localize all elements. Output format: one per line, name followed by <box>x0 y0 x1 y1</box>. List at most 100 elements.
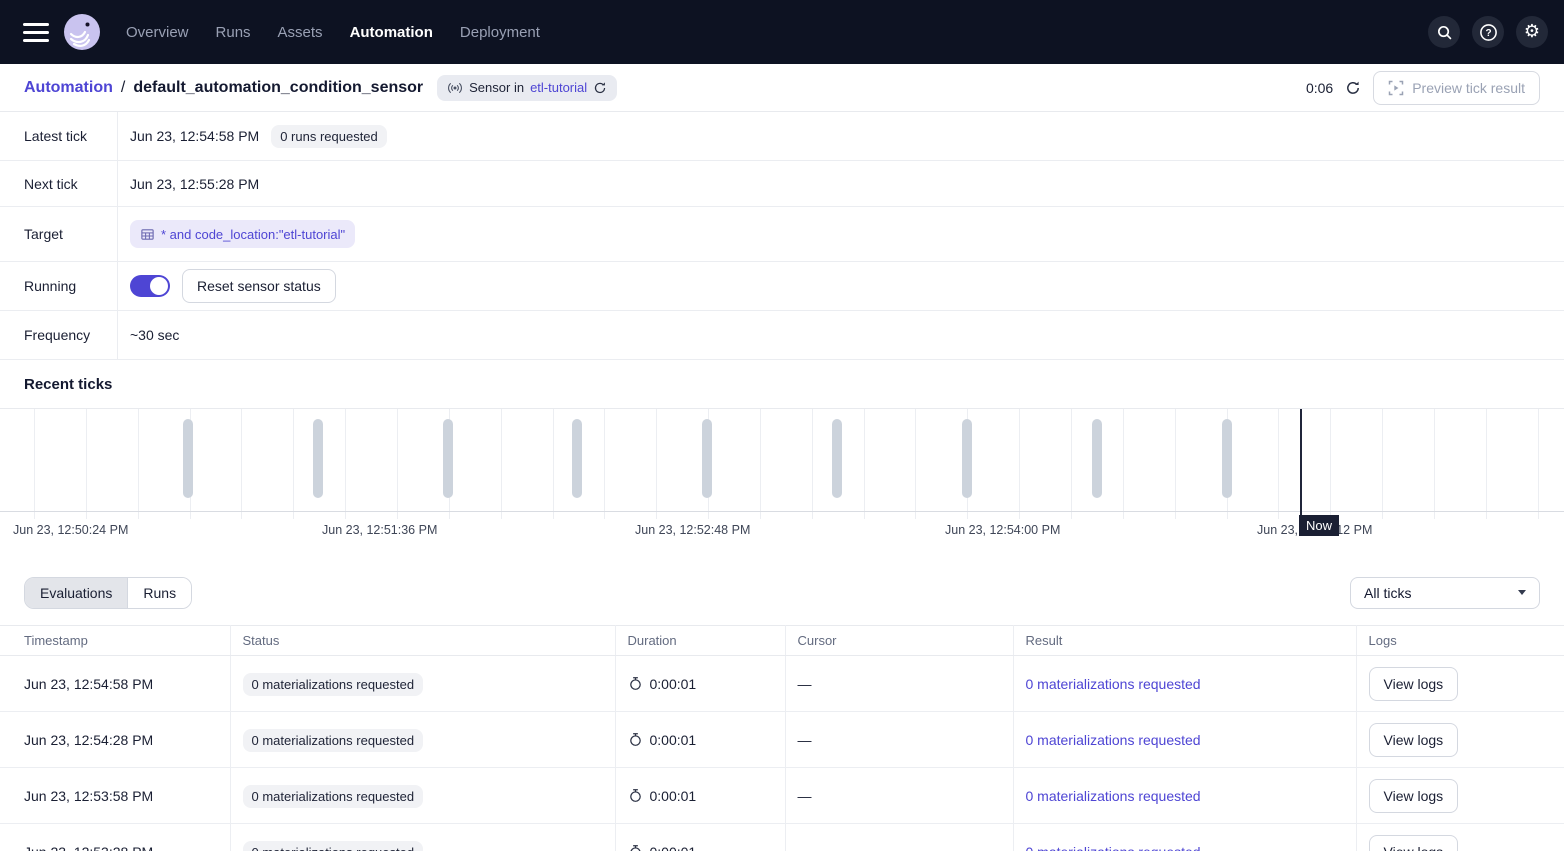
evaluation-status-cell: 0 materializations requested <box>230 824 615 851</box>
stopwatch-icon <box>628 788 643 803</box>
duration-value: 0:00:01 <box>650 788 697 804</box>
tick-bar[interactable] <box>572 419 582 498</box>
timeline-gridline <box>501 409 502 519</box>
detail-row-latest-tick: Latest tick Jun 23, 12:54:58 PM 0 runs r… <box>0 112 1564 161</box>
dagster-logo[interactable] <box>64 14 100 50</box>
timeline-axis-label: Jun 23, 12:54:00 PM <box>945 521 1061 539</box>
refresh-icon[interactable] <box>593 81 607 95</box>
timeline-gridline <box>293 409 294 519</box>
tick-bar[interactable] <box>1222 419 1232 498</box>
nav-item-runs[interactable]: Runs <box>216 24 251 41</box>
breadcrumb-separator: / <box>121 79 125 97</box>
asset-table-icon <box>140 227 155 242</box>
timeline-gridline <box>1278 409 1279 519</box>
timeline-gridline <box>812 409 813 519</box>
result-link[interactable]: 0 materializations requested <box>1026 732 1201 748</box>
timeline-gridline <box>138 409 139 519</box>
hamburger-icon[interactable] <box>16 12 56 52</box>
preview-tick-result-button[interactable]: Preview tick result <box>1373 71 1540 105</box>
evaluation-result-cell: 0 materializations requested <box>1013 768 1356 824</box>
latest-tick-timestamp: Jun 23, 12:54:58 PM <box>130 128 259 144</box>
evaluation-timestamp: Jun 23, 12:53:28 PM <box>0 824 230 851</box>
timeline-gridline <box>553 409 554 519</box>
preview-button-label: Preview tick result <box>1412 80 1525 96</box>
evaluation-status-cell: 0 materializations requested <box>230 656 615 712</box>
search-icon[interactable] <box>1428 16 1460 48</box>
timeline-gridline <box>397 409 398 519</box>
detail-row-next-tick: Next tick Jun 23, 12:55:28 PM <box>0 161 1564 207</box>
timeline-gridline <box>656 409 657 519</box>
tick-bar[interactable] <box>1092 419 1102 498</box>
timeline-gridline <box>864 409 865 519</box>
tick-bar[interactable] <box>313 419 323 498</box>
timeline-gridline <box>1538 409 1539 519</box>
help-icon[interactable]: ? <box>1472 16 1504 48</box>
tick-bar[interactable] <box>183 419 193 498</box>
timeline-gridline <box>1434 409 1435 519</box>
runs-requested-badge: 0 runs requested <box>271 125 387 148</box>
tick-bar[interactable] <box>702 419 712 498</box>
timeline-gridline <box>241 409 242 519</box>
chevron-down-icon <box>1518 590 1526 595</box>
nav-item-overview[interactable]: Overview <box>126 24 189 41</box>
tick-bar[interactable] <box>962 419 972 498</box>
evaluation-result-cell: 0 materializations requested <box>1013 656 1356 712</box>
detail-label: Target <box>0 207 118 261</box>
timeline-gridline <box>1486 409 1487 519</box>
refresh-icon[interactable] <box>1345 80 1361 96</box>
nav-item-assets[interactable]: Assets <box>278 24 323 41</box>
duration-value: 0:00:01 <box>650 732 697 748</box>
view-logs-button[interactable]: View logs <box>1369 779 1459 813</box>
evaluation-logs-cell: View logs <box>1356 768 1564 824</box>
timeline-gridline <box>345 409 346 519</box>
now-marker-line <box>1300 409 1302 516</box>
timeline-gridline <box>1382 409 1383 519</box>
table-header-row: Timestamp Status Duration Cursor Result … <box>0 626 1564 656</box>
result-link[interactable]: 0 materializations requested <box>1026 844 1201 851</box>
tab-evaluations[interactable]: Evaluations <box>25 578 127 608</box>
duration-value: 0:00:01 <box>650 844 697 851</box>
timeline-gridline <box>1071 409 1072 519</box>
sensor-details: Latest tick Jun 23, 12:54:58 PM 0 runs r… <box>0 112 1564 360</box>
recent-ticks-timeline: Jun 23, 12:50:24 PMJun 23, 12:51:36 PMJu… <box>0 408 1564 560</box>
result-link[interactable]: 0 materializations requested <box>1026 676 1201 692</box>
timeline-gridline <box>604 409 605 519</box>
view-logs-button[interactable]: View logs <box>1369 667 1459 701</box>
detail-row-target: Target * and code_location:"etl-tutorial… <box>0 207 1564 262</box>
result-link[interactable]: 0 materializations requested <box>1026 788 1201 804</box>
evaluation-timestamp: Jun 23, 12:54:28 PM <box>0 712 230 768</box>
detail-label: Latest tick <box>0 112 118 160</box>
svg-text:?: ? <box>1485 28 1491 39</box>
gear-icon[interactable]: ⚙ <box>1516 16 1548 48</box>
evaluation-logs-cell: View logs <box>1356 824 1564 851</box>
tick-bar[interactable] <box>443 419 453 498</box>
tick-filter-dropdown[interactable]: All ticks <box>1350 577 1540 609</box>
stopwatch-icon <box>628 844 643 851</box>
view-logs-button[interactable]: View logs <box>1369 835 1459 851</box>
running-toggle[interactable] <box>130 275 170 297</box>
evaluations-table-body: Jun 23, 12:54:58 PM0 materializations re… <box>0 656 1564 851</box>
view-logs-button[interactable]: View logs <box>1369 723 1459 757</box>
refresh-countdown: 0:06 <box>1306 80 1333 96</box>
frequency-value: ~30 sec <box>130 327 179 343</box>
nav-item-deployment[interactable]: Deployment <box>460 24 540 41</box>
reset-sensor-status-button[interactable]: Reset sensor status <box>182 269 336 303</box>
evaluation-result-cell: 0 materializations requested <box>1013 712 1356 768</box>
preview-play-icon <box>1388 80 1404 96</box>
target-selection-text: * and code_location:"etl-tutorial" <box>161 227 345 242</box>
evaluation-logs-cell: View logs <box>1356 712 1564 768</box>
top-nav: Overview Runs Assets Automation Deployme… <box>0 0 1564 64</box>
code-location-link[interactable]: etl-tutorial <box>530 80 587 95</box>
breadcrumb-automation-link[interactable]: Automation <box>24 79 113 97</box>
tab-runs[interactable]: Runs <box>127 578 191 608</box>
nav-item-automation[interactable]: Automation <box>350 24 433 41</box>
nav-menu: Overview Runs Assets Automation Deployme… <box>126 24 540 41</box>
nav-icon-buttons: ? ⚙ <box>1428 16 1548 48</box>
timeline-gridline <box>1175 409 1176 519</box>
timeline-gridline <box>760 409 761 519</box>
stopwatch-icon <box>628 732 643 747</box>
evaluation-duration-cell: 0:00:01 <box>615 824 785 851</box>
timeline-gridline <box>915 409 916 519</box>
target-selection-chip[interactable]: * and code_location:"etl-tutorial" <box>130 220 355 248</box>
tick-bar[interactable] <box>832 419 842 498</box>
